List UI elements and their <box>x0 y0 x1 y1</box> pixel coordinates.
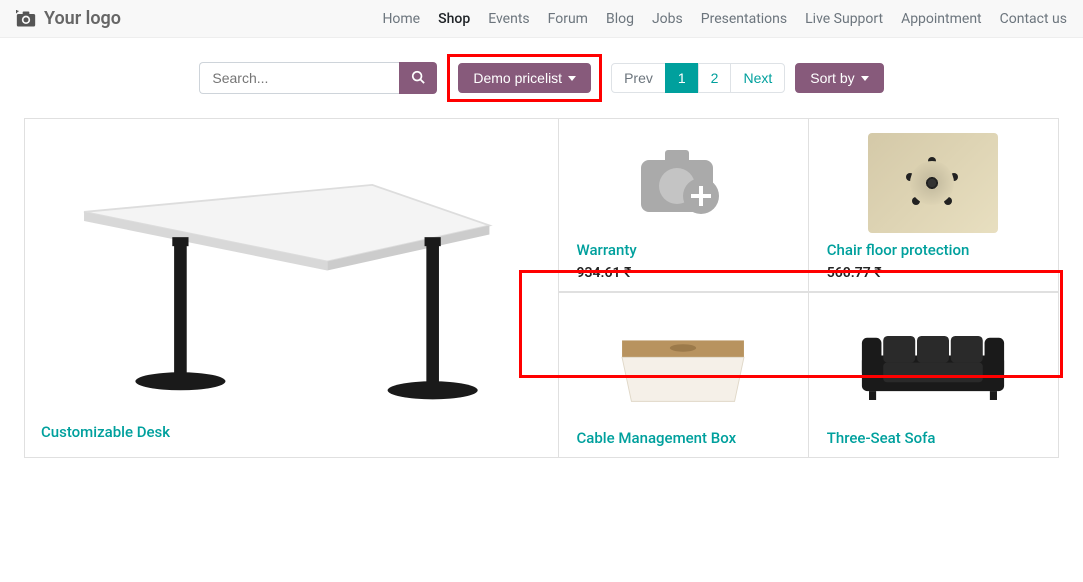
product-grid: Customizable Desk Warranty 934.61 ₹ <box>0 118 1083 458</box>
header: Your logo Home Shop Events Forum Blog Jo… <box>0 0 1083 38</box>
product-image <box>577 307 790 421</box>
toolbar: Demo pricelist Prev 1 2 Next Sort by <box>0 38 1083 118</box>
page-2[interactable]: 2 <box>698 63 732 93</box>
sort-dropdown[interactable]: Sort by <box>795 63 883 93</box>
nav-live-support[interactable]: Live Support <box>805 11 883 27</box>
product-card-chair-floor-protection[interactable]: Chair floor protection 560.77 ₹ <box>809 118 1059 292</box>
product-card-three-seat-sofa[interactable]: Three-Seat Sofa <box>809 292 1059 458</box>
page-next[interactable]: Next <box>730 63 785 93</box>
product-title[interactable]: Three-Seat Sofa <box>827 429 1040 447</box>
nav-jobs[interactable]: Jobs <box>652 11 683 27</box>
product-subgrid: Warranty 934.61 ₹ Chair floor protection… <box>559 118 1060 458</box>
pricelist-label: Demo pricelist <box>473 70 562 86</box>
image-placeholder-icon <box>623 138 743 228</box>
pricelist-dropdown[interactable]: Demo pricelist <box>458 63 591 93</box>
page-1[interactable]: 1 <box>665 63 699 93</box>
nav-events[interactable]: Events <box>488 11 529 27</box>
sort-label: Sort by <box>810 70 854 86</box>
nav-shop[interactable]: Shop <box>438 11 470 27</box>
product-card-warranty[interactable]: Warranty 934.61 ₹ <box>559 118 809 292</box>
product-title[interactable]: Chair floor protection <box>827 241 1040 259</box>
product-card-cable-management-box[interactable]: Cable Management Box <box>559 292 809 458</box>
logo[interactable]: Your logo <box>16 8 121 29</box>
search-group <box>199 62 437 94</box>
product-card-featured[interactable]: Customizable Desk <box>24 118 559 458</box>
chevron-down-icon <box>861 76 869 81</box>
nav-home[interactable]: Home <box>382 11 420 27</box>
product-image <box>41 135 542 415</box>
product-price: 560.77 ₹ <box>827 265 1040 281</box>
page-prev[interactable]: Prev <box>611 63 666 93</box>
product-image <box>827 307 1040 421</box>
search-icon <box>411 70 425 84</box>
chevron-down-icon <box>568 76 576 81</box>
nav-forum[interactable]: Forum <box>548 11 588 27</box>
nav-presentations[interactable]: Presentations <box>701 11 787 27</box>
nav-appointment[interactable]: Appointment <box>901 11 982 27</box>
pagination: Prev 1 2 Next <box>612 63 785 93</box>
pricelist-highlight: Demo pricelist <box>447 54 602 102</box>
product-title[interactable]: Warranty <box>577 241 790 259</box>
camera-icon <box>16 10 36 28</box>
nav-contact-us[interactable]: Contact us <box>1000 11 1067 27</box>
product-title[interactable]: Cable Management Box <box>577 429 790 447</box>
search-input[interactable] <box>199 62 399 94</box>
logo-text: Your logo <box>44 8 121 29</box>
search-button[interactable] <box>399 62 437 94</box>
product-image <box>827 133 1040 233</box>
product-price: 934.61 ₹ <box>577 265 790 281</box>
product-image <box>577 133 790 233</box>
nav-blog[interactable]: Blog <box>606 11 634 27</box>
main-nav: Home Shop Events Forum Blog Jobs Present… <box>382 11 1067 27</box>
product-title[interactable]: Customizable Desk <box>41 423 542 441</box>
